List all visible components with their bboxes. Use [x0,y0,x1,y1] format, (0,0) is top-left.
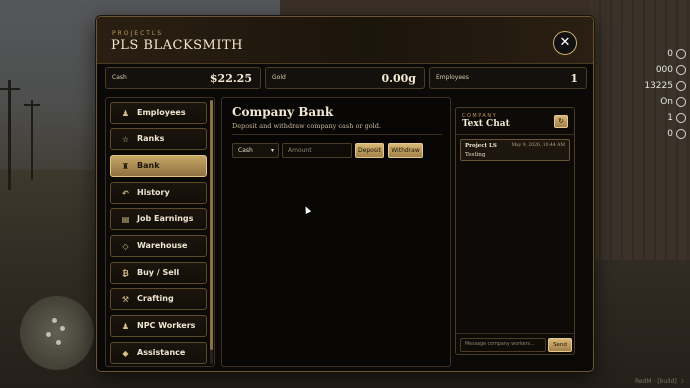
hud-row: 0 [640,126,686,142]
ledger-icon: ▤ [121,215,130,224]
hud-circle-icon [676,65,686,75]
hud-row: 13225 [640,78,686,94]
minimap[interactable] [20,296,94,370]
bank-content: Company Bank Deposit and withdraw compan… [221,97,451,367]
hud-circle-icon [676,81,686,91]
sidebar-item-npc-workers[interactable]: ♟ NPC Workers [110,315,207,337]
minimap-blip [56,340,61,345]
star-icon: ☆ [121,135,130,144]
currency-select[interactable]: Cash ▾ [232,143,279,158]
hud-circle-icon [676,49,686,59]
sidebar-item-crafting[interactable]: ⚒ Crafting [110,288,207,310]
deposit-button[interactable]: Deposit [355,143,384,158]
sidebar-item-assistance[interactable]: ◆ Assistance [110,342,207,364]
chat-message: Project LS May 9, 2026, 10:44 AM Testing [460,139,570,161]
sidebar-item-label: Bank [137,161,160,170]
worker-icon: ♟ [121,322,130,331]
sidebar-item-label: History [137,188,170,197]
hud-value: 0 [667,129,673,139]
stat-gold: Gold 0.00g [265,67,425,89]
stat-value: $22.25 [209,72,252,85]
hud-value: 13225 [644,81,673,91]
minimap-blip [60,326,65,331]
company-title: PLS BLACKSMITH [111,38,244,53]
header-eyebrow: PROJECTLS [112,30,164,37]
hud-row: 000 [640,62,686,78]
sidebar-item-history[interactable]: ↶ History [110,182,207,204]
panel-header: PROJECTLS PLS BLACKSMITH ✕ [97,17,593,64]
chat-title: Text Chat [462,119,510,129]
hud-row: 0 [640,46,686,62]
telegraph-pole-crossbar [24,104,40,106]
history-icon: ↶ [122,189,129,198]
sidebar-item-label: Job Earnings [137,214,194,223]
minimap-blip [52,318,57,323]
sidebar-item-label: Crafting [137,294,174,303]
withdraw-button[interactable]: Withdraw [388,143,423,158]
stat-label: Employees [436,74,469,81]
person-icon: ♟ [121,109,130,118]
hud-circle-icon [676,113,686,123]
hud-circle-icon [676,97,686,107]
hud-row: On [640,94,686,110]
close-button[interactable]: ✕ [553,31,577,55]
stat-employees: Employees 1 [429,67,587,89]
sidebar-scroll-thumb[interactable] [210,100,213,350]
sidebar-item-ranks[interactable]: ☆ Ranks [110,128,207,150]
hud-value: 000 [655,65,673,75]
hud-circle-icon [676,129,686,139]
sidebar-item-employees[interactable]: ♟ Employees [110,102,207,124]
hud-value: 1 [667,113,673,123]
telegraph-pole [8,80,11,190]
sidebar-item-buy-sell[interactable]: ₿ Buy / Sell [110,262,207,284]
bag-icon: ₿ [122,269,129,278]
sidebar-nav: ♟ Employees ☆ Ranks ♜ Bank ↶ History ▤ J… [105,97,215,367]
hud-value: On [660,97,673,107]
divider [456,333,574,334]
sidebar-scrollbar[interactable] [210,100,213,364]
sidebar-item-label: Warehouse [137,241,188,250]
amount-input[interactable]: Amount [282,143,352,158]
message-author: Project LS [465,143,497,149]
bank-icon: ♜ [121,162,130,171]
page-title: Company Bank [232,105,334,119]
currency-select-value: Cash [238,147,253,154]
sidebar-item-label: Ranks [137,134,165,143]
hud-row: 1 [640,110,686,126]
stat-cash: Cash $22.25 [105,67,261,89]
telegraph-pole-crossbar [0,88,20,90]
sidebar-item-label: Assistance [137,348,186,357]
stat-label: Cash [112,74,127,81]
sidebar-item-job-earnings[interactable]: ▤ Job Earnings [110,208,207,230]
divider [232,134,442,135]
watermark: RedM · [build] ☽ [634,378,684,385]
refresh-button[interactable]: ↻ [554,115,568,128]
message-text: Testing [465,152,486,158]
hud-status-column: 0 000 13225 On 1 0 [640,46,686,142]
sidebar-item-bank[interactable]: ♜ Bank [110,155,207,177]
stat-label: Gold [272,74,286,81]
chevron-down-icon: ▾ [270,147,274,154]
chat-message-input[interactable]: Message company workers... [460,338,546,352]
divider [456,134,574,135]
stat-value: 0.00g [381,72,416,85]
page-subtitle: Deposit and withdraw company cash or gol… [232,122,381,130]
sidebar-item-label: Employees [137,108,186,117]
stat-value: 1 [570,72,578,85]
text-chat-panel: COMPANY Text Chat ↻ Project LS May 9, 20… [455,107,575,355]
message-timestamp: May 9, 2026, 10:44 AM [511,143,565,148]
telegraph-pole [31,100,33,180]
hud-value: 0 [667,49,673,59]
sidebar-item-label: Buy / Sell [137,268,180,277]
sidebar-item-warehouse[interactable]: ◇ Warehouse [110,235,207,257]
minimap-blip [46,332,51,337]
hammers-icon: ⚒ [121,295,130,304]
send-button[interactable]: Send [548,338,572,352]
box-icon: ◇ [122,242,129,251]
company-panel: PROJECTLS PLS BLACKSMITH ✕ Cash $22.25 G… [96,16,594,372]
diamond-icon: ◆ [122,349,129,358]
sidebar-item-label: NPC Workers [137,321,196,330]
